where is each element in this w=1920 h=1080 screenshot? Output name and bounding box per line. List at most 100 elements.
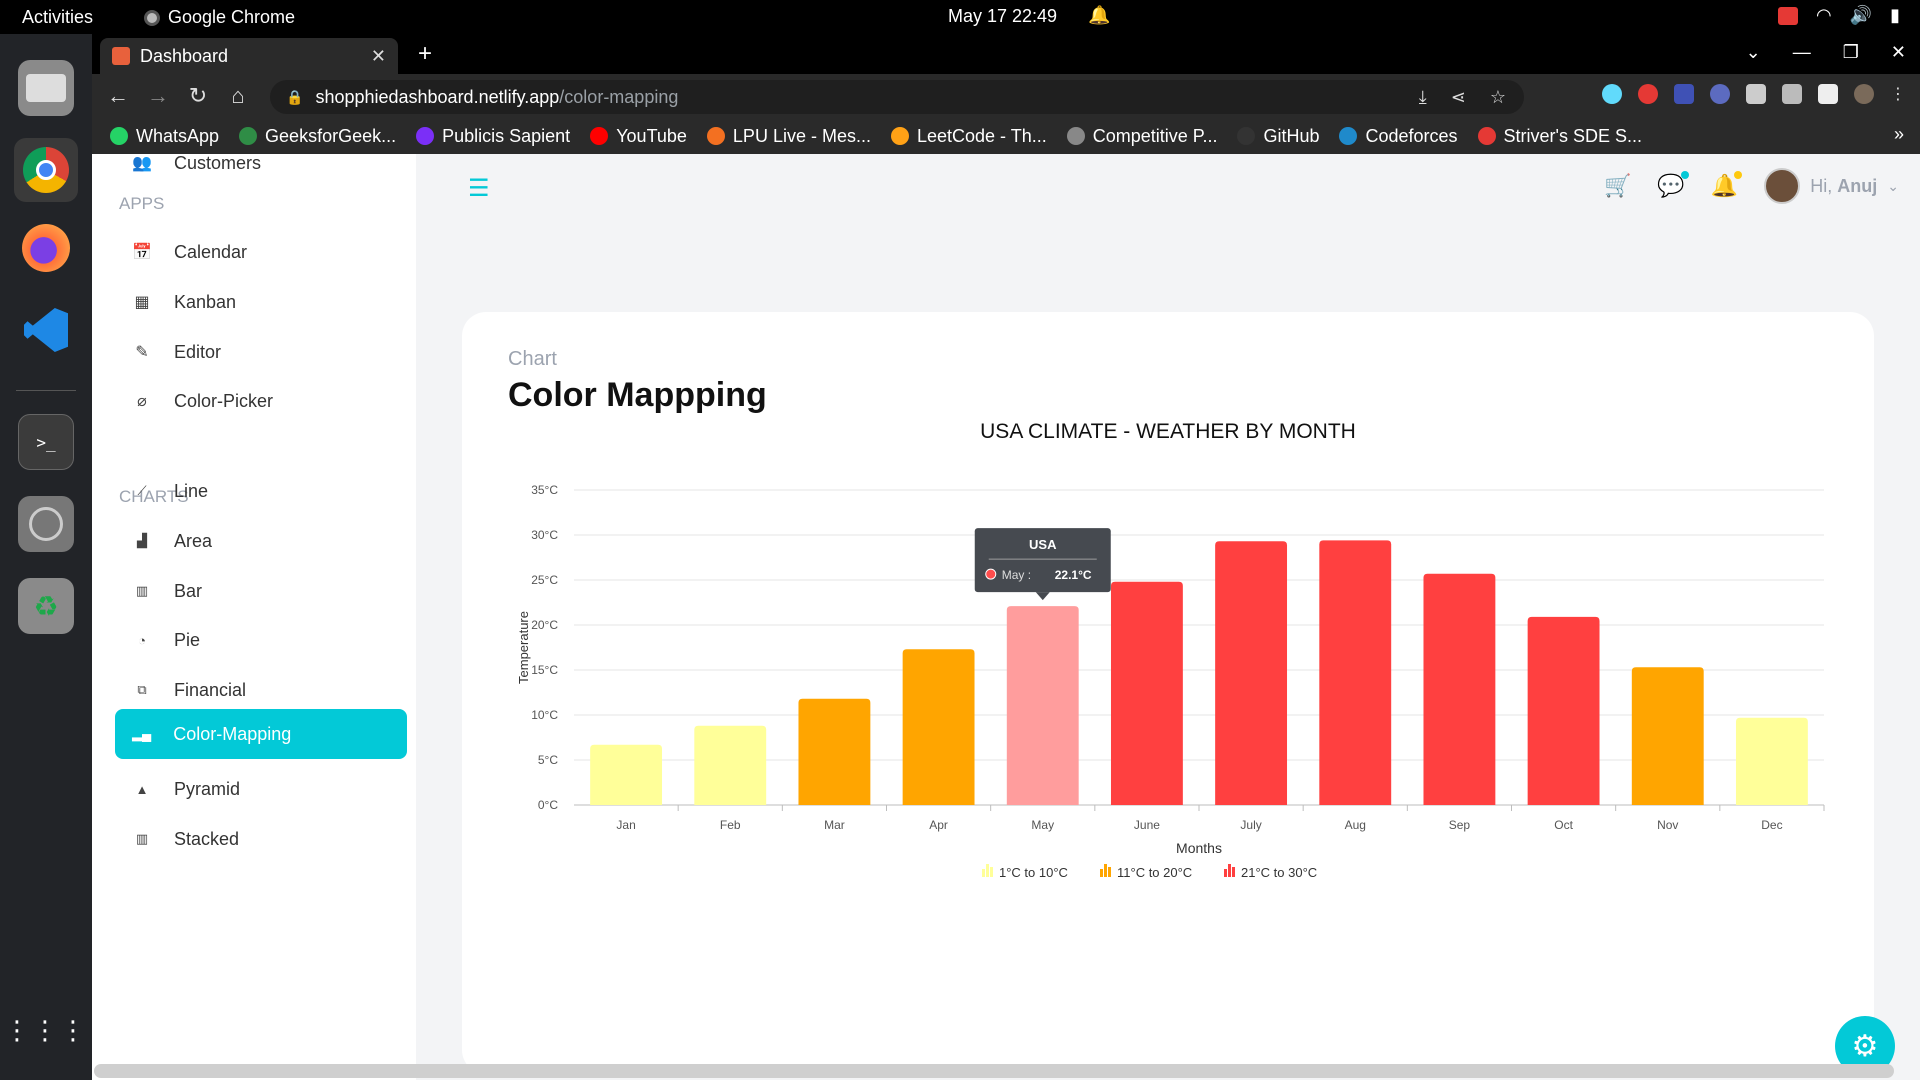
main-area: ☰ 🛒 💬 🔔 Hi, Anuj ⌄ Chart Color Mappping … xyxy=(416,154,1920,1080)
profile-avatar-icon[interactable] xyxy=(1854,84,1874,104)
share-icon[interactable]: ⋖ xyxy=(1451,87,1466,108)
back-icon[interactable]: ← xyxy=(98,83,138,109)
activities-button[interactable]: Activities xyxy=(22,7,93,28)
show-apps-icon[interactable]: ⋮⋮⋮ xyxy=(4,1002,86,1058)
bar-aug xyxy=(1319,540,1392,805)
firefox-icon[interactable] xyxy=(18,220,74,276)
window-controls: ⌄ — ❐ ✕ xyxy=(1746,42,1906,63)
legend-marker xyxy=(1104,864,1107,877)
install-icon[interactable]: ⤓ xyxy=(1419,87,1427,108)
sidebar-item-color-picker[interactable]: ⌀ Color-Picker xyxy=(132,386,273,416)
sidebar-item-editor[interactable]: ✎ Editor xyxy=(132,337,221,367)
bookmark-favicon-icon xyxy=(1237,127,1256,145)
files-icon[interactable] xyxy=(18,60,74,116)
y-tick-label: 10°C xyxy=(531,708,558,722)
x-tick-label: Oct xyxy=(1554,818,1573,832)
extension-red-icon[interactable] xyxy=(1638,84,1658,104)
bookmark-item[interactable]: Publicis Sapient xyxy=(416,126,570,147)
x-axis-label: Months xyxy=(1176,840,1222,856)
vscode-icon[interactable] xyxy=(18,302,74,358)
trash-icon[interactable]: ♻ xyxy=(18,578,74,634)
bookmark-star-icon[interactable]: ☆ xyxy=(1490,87,1506,108)
bookmark-item[interactable]: Striver's SDE S... xyxy=(1477,126,1642,147)
bookmark-item[interactable]: LPU Live - Mes... xyxy=(706,126,871,147)
extension-cursor-icon[interactable] xyxy=(1710,84,1730,104)
bookmark-label: Codeforces xyxy=(1365,125,1458,146)
user-profile[interactable]: Hi, Anuj ⌄ xyxy=(1764,168,1899,204)
bookmark-item[interactable]: GeeksforGeek... xyxy=(239,126,396,147)
extension-blue-icon[interactable] xyxy=(1674,84,1694,104)
area-chart-icon: ▟ xyxy=(137,533,147,548)
restore-icon[interactable]: ❐ xyxy=(1843,42,1859,63)
disc-icon[interactable] xyxy=(18,496,74,552)
x-tick-label: Dec xyxy=(1761,818,1782,832)
sidebar-item-label: Editor xyxy=(174,341,222,362)
sidebar-item-color-mapping[interactable]: ▂▄ Color-Mapping xyxy=(115,709,407,759)
bar-sep xyxy=(1423,573,1496,805)
system-tray[interactable]: ◠ 🔊 ▮ xyxy=(1777,5,1900,26)
app-name: Google Chrome xyxy=(168,7,296,27)
color-mapping-chart: USA CLIMATE - WEATHER BY MONTH 0°C 5°C 10°C… xyxy=(516,420,1825,880)
bar-july xyxy=(1215,541,1288,805)
extensions-puzzle-icon[interactable] xyxy=(1746,84,1766,104)
bookmark-item[interactable]: LeetCode - Th... xyxy=(890,126,1047,147)
sidebar-item-line[interactable]: ⟋ Line xyxy=(132,476,208,506)
close-window-icon[interactable]: ✕ xyxy=(1891,42,1906,63)
side-panel-icon[interactable] xyxy=(1818,84,1838,104)
chrome-menu-icon[interactable]: ⋮ xyxy=(1890,84,1906,104)
home-icon[interactable]: ⌂ xyxy=(218,83,258,109)
clock[interactable]: May 17 22:49 xyxy=(948,6,1057,27)
chart-title: USA CLIMATE - WEATHER BY MONTH xyxy=(980,420,1356,443)
terminal-icon[interactable]: >_ xyxy=(18,414,74,470)
tooltip-arrow xyxy=(1035,592,1050,601)
bookmark-item[interactable]: Competitive P... xyxy=(1066,126,1217,147)
bookmark-favicon-icon xyxy=(239,127,258,145)
kanban-icon: ▦ xyxy=(134,294,150,311)
sidebar-item-pie[interactable]: ◔ Pie xyxy=(132,625,200,655)
bar-feb xyxy=(694,725,767,805)
chat-icon[interactable]: 💬 xyxy=(1657,171,1689,199)
tab-dashboard[interactable]: Dashboard ✕ xyxy=(100,38,398,74)
x-tick-label: July xyxy=(1240,818,1261,832)
financial-chart-icon: ⧉ xyxy=(137,682,147,697)
cart-icon[interactable]: 🛒 xyxy=(1604,173,1631,199)
sidebar-item-area[interactable]: ▟ Area xyxy=(132,526,212,556)
react-devtools-icon[interactable] xyxy=(1602,84,1622,104)
legend-marker xyxy=(1228,864,1231,877)
bookmark-item[interactable]: Codeforces xyxy=(1339,125,1458,147)
legend-label: 1°C to 10°C xyxy=(999,865,1068,880)
close-tab-icon[interactable]: ✕ xyxy=(371,46,386,67)
sidebar-item-customers[interactable]: 👥 Customers xyxy=(132,154,261,178)
y-tick-label: 30°C xyxy=(531,528,558,542)
bookmark-item[interactable]: GitHub xyxy=(1237,126,1319,147)
bookmark-favicon-icon xyxy=(706,127,725,145)
tooltip-marker xyxy=(985,568,997,580)
bar-nov xyxy=(1631,667,1704,805)
reading-list-icon[interactable] xyxy=(1782,84,1802,104)
x-tick-label: Apr xyxy=(929,818,948,832)
minimize-icon[interactable]: — xyxy=(1793,42,1811,63)
sidebar-item-pyramid[interactable]: ▲ Pyramid xyxy=(132,774,240,804)
forward-icon[interactable]: → xyxy=(138,83,178,109)
sidebar-item-financial[interactable]: ⧉ Financial xyxy=(132,675,246,705)
user-name: Anuj xyxy=(1837,175,1878,196)
x-tick-label: Aug xyxy=(1345,818,1366,832)
app-menu[interactable]: Google Chrome xyxy=(144,7,295,28)
y-axis-label: Temperature xyxy=(516,611,531,684)
notification-icon[interactable]: 🔔 xyxy=(1711,171,1743,199)
sidebar-item-bar[interactable]: ▥ Bar xyxy=(132,576,202,606)
horizontal-scrollbar[interactable] xyxy=(0,1060,1894,1080)
menu-toggle-icon[interactable]: ☰ xyxy=(468,174,490,203)
bookmark-favicon-icon xyxy=(1066,127,1085,145)
bookmark-item[interactable]: YouTube xyxy=(590,126,687,147)
bookmark-item[interactable]: WhatsApp xyxy=(110,126,219,147)
sidebar-item-calendar[interactable]: 📅 Calendar xyxy=(132,237,247,267)
sidebar-item-stacked[interactable]: ▥ Stacked xyxy=(132,824,239,854)
sidebar-item-kanban[interactable]: ▦ Kanban xyxy=(132,287,236,317)
reload-icon[interactable]: ↻ xyxy=(178,83,218,109)
new-tab-icon[interactable]: + xyxy=(418,40,432,68)
chrome-dock-icon[interactable] xyxy=(14,138,78,202)
address-bar[interactable]: 🔒 shopphiedashboard.netlify.app/color-ma… xyxy=(270,80,1524,114)
tab-search-icon[interactable]: ⌄ xyxy=(1746,42,1761,63)
bookmarks-overflow-icon[interactable]: » xyxy=(1894,124,1904,145)
